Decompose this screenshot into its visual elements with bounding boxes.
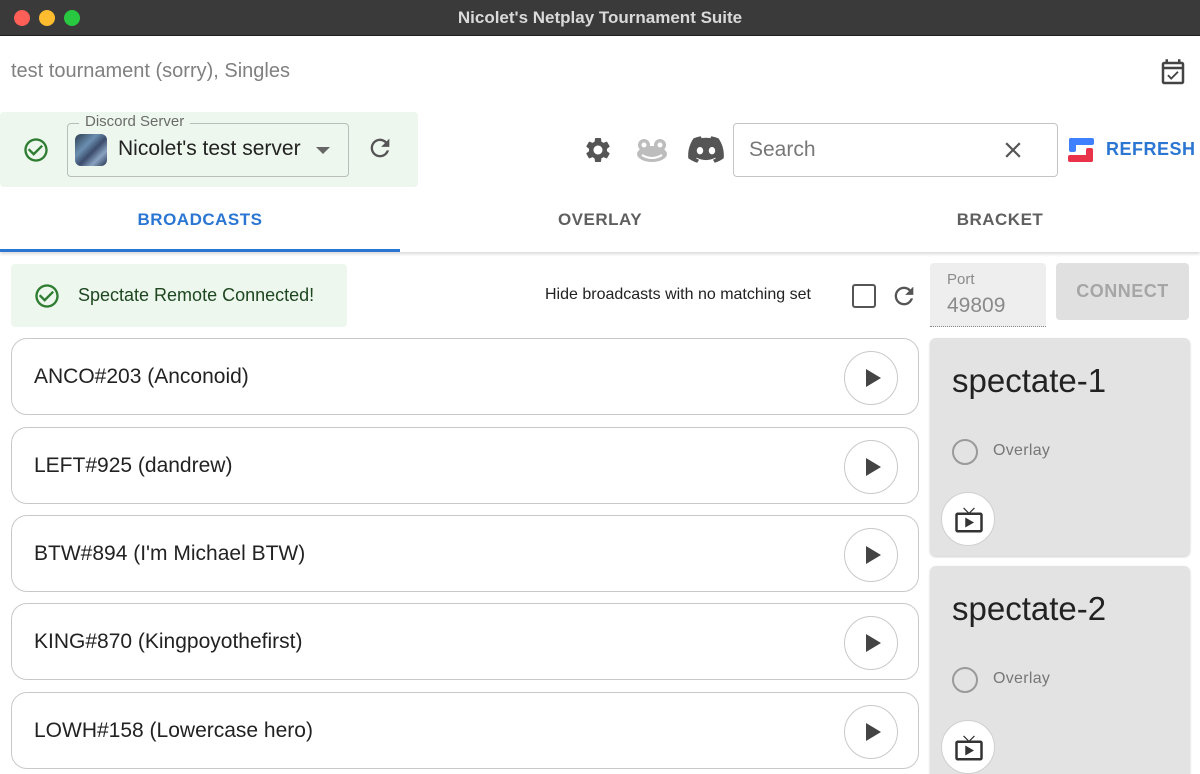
broadcast-name: KING#870 (Kingpoyothefirst) bbox=[34, 630, 303, 653]
server-avatar bbox=[75, 134, 107, 166]
live-tv-icon[interactable] bbox=[941, 720, 995, 774]
check-circle-icon bbox=[33, 282, 61, 310]
alert-message: Spectate Remote Connected! bbox=[78, 285, 315, 305]
overlay-radio[interactable] bbox=[952, 439, 978, 465]
overlay-label: Overlay bbox=[993, 670, 1051, 687]
broadcast-row: BTW#894 (I'm Michael BTW) bbox=[11, 515, 919, 592]
play-icon bbox=[866, 634, 881, 652]
window-title: Nicolet's Netplay Tournament Suite bbox=[457, 8, 743, 27]
spectate-card: spectate-1 Overlay bbox=[930, 338, 1190, 556]
play-button[interactable] bbox=[844, 705, 898, 759]
tab-bar: BROADCASTS OVERLAY BRACKET bbox=[0, 190, 1200, 252]
broadcast-row: LEFT#925 (dandrew) bbox=[11, 427, 919, 504]
connect-button[interactable]: CONNECT bbox=[1056, 263, 1189, 320]
check-circle-icon bbox=[22, 136, 50, 164]
broadcast-name: LEFT#925 (dandrew) bbox=[34, 454, 233, 477]
spectate-name: spectate-2 bbox=[952, 590, 1107, 627]
overlay-radio[interactable] bbox=[952, 667, 978, 693]
discord-server-label: Discord Server bbox=[79, 113, 191, 130]
search-input[interactable] bbox=[749, 133, 969, 167]
play-icon bbox=[866, 458, 881, 476]
gear-icon[interactable] bbox=[583, 135, 613, 165]
broadcast-name: LOWH#158 (Lowercase hero) bbox=[34, 719, 313, 742]
tab-overlay[interactable]: OVERLAY bbox=[400, 190, 800, 252]
play-button[interactable] bbox=[844, 351, 898, 405]
refresh-label: REFRESH bbox=[1106, 139, 1196, 159]
broadcast-row: LOWH#158 (Lowercase hero) bbox=[11, 692, 919, 769]
discord-icon[interactable] bbox=[688, 136, 724, 164]
tournament-name: test tournament (sorry), Singles bbox=[11, 60, 290, 82]
frog-icon[interactable] bbox=[634, 135, 670, 165]
play-button[interactable] bbox=[844, 616, 898, 670]
broadcast-name: BTW#894 (I'm Michael BTW) bbox=[34, 542, 306, 565]
broadcast-row: KING#870 (Kingpoyothefirst) bbox=[11, 603, 919, 680]
play-button[interactable] bbox=[844, 440, 898, 494]
hide-broadcasts-label: Hide broadcasts with no matching set bbox=[545, 286, 811, 303]
chevron-down-icon[interactable] bbox=[316, 147, 330, 154]
play-icon bbox=[866, 723, 881, 741]
port-input[interactable]: 49809 bbox=[947, 294, 1005, 318]
calendar-check-icon[interactable] bbox=[1158, 58, 1188, 88]
tab-bracket[interactable]: BRACKET bbox=[800, 190, 1200, 252]
overlay-label: Overlay bbox=[993, 442, 1051, 459]
close-icon[interactable] bbox=[1000, 137, 1026, 163]
play-button[interactable] bbox=[844, 528, 898, 582]
play-icon bbox=[866, 369, 881, 387]
hide-broadcasts-checkbox[interactable] bbox=[852, 284, 876, 308]
port-label: Port bbox=[947, 271, 975, 288]
broadcast-row: ANCO#203 (Anconoid) bbox=[11, 338, 919, 415]
live-tv-icon[interactable] bbox=[941, 492, 995, 546]
broadcast-name: ANCO#203 (Anconoid) bbox=[34, 365, 249, 388]
refresh-icon[interactable] bbox=[890, 282, 918, 310]
title-bar: Nicolet's Netplay Tournament Suite bbox=[0, 0, 1200, 36]
refresh-icon[interactable] bbox=[366, 134, 394, 162]
refresh-button[interactable]: REFRESH bbox=[1066, 134, 1195, 166]
discord-server-name[interactable]: Nicolet's test server bbox=[118, 137, 301, 161]
tab-indicator bbox=[0, 249, 400, 252]
spectate-card: spectate-2 Overlay bbox=[930, 566, 1190, 774]
tab-broadcasts[interactable]: BROADCASTS bbox=[0, 190, 400, 252]
play-icon bbox=[866, 546, 881, 564]
spectate-name: spectate-1 bbox=[952, 362, 1107, 399]
start-gg-logo bbox=[1066, 136, 1096, 164]
